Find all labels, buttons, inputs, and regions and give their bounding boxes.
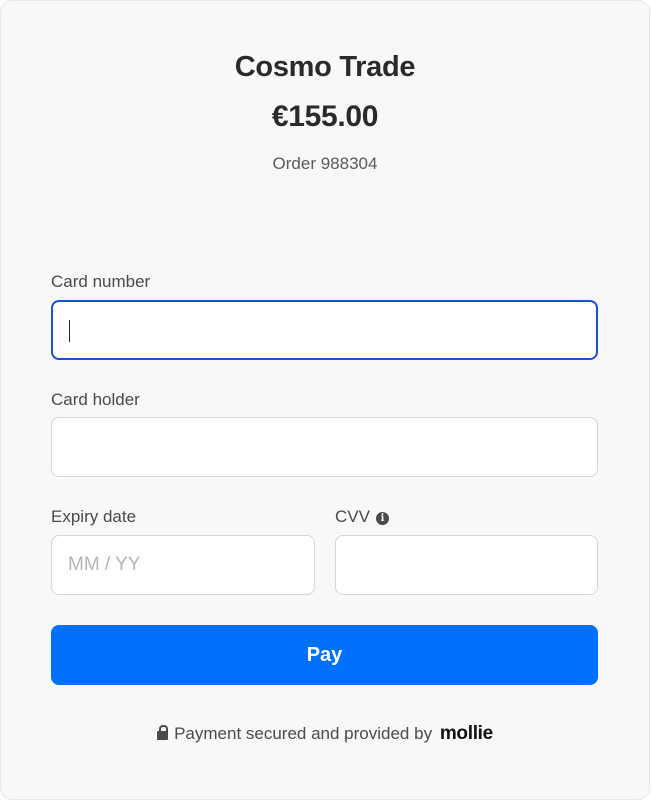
lock-icon	[157, 725, 169, 740]
security-text: Payment secured and provided by	[174, 724, 433, 743]
mollie-logo: mollie	[439, 723, 493, 744]
expiry-placeholder: MM / YY	[68, 554, 141, 575]
info-icon[interactable]: i	[375, 512, 389, 525]
expiry-date-input[interactable]: MM / YY	[51, 535, 315, 595]
cvv-label: CVV	[335, 507, 370, 526]
security-footer: Payment secured and provided by mollie	[1, 723, 649, 745]
cvv-label-group: CVV i	[335, 507, 389, 527]
card-number-input[interactable]	[51, 300, 598, 360]
payment-amount: €155.00	[271, 100, 379, 133]
checkout-panel: Cosmo Trade €155.00 Order 988304 Card nu…	[0, 0, 650, 800]
expiry-date-label: Expiry date	[51, 507, 137, 526]
card-holder-input[interactable]	[51, 417, 598, 477]
merchant-name: Cosmo Trade	[234, 51, 416, 83]
order-number: Order 988304	[272, 154, 378, 173]
card-holder-label: Card holder	[51, 390, 140, 409]
pay-button[interactable]: Pay	[51, 625, 598, 685]
text-caret	[69, 320, 70, 342]
card-number-label: Card number	[51, 272, 151, 291]
cvv-input[interactable]	[335, 535, 598, 595]
